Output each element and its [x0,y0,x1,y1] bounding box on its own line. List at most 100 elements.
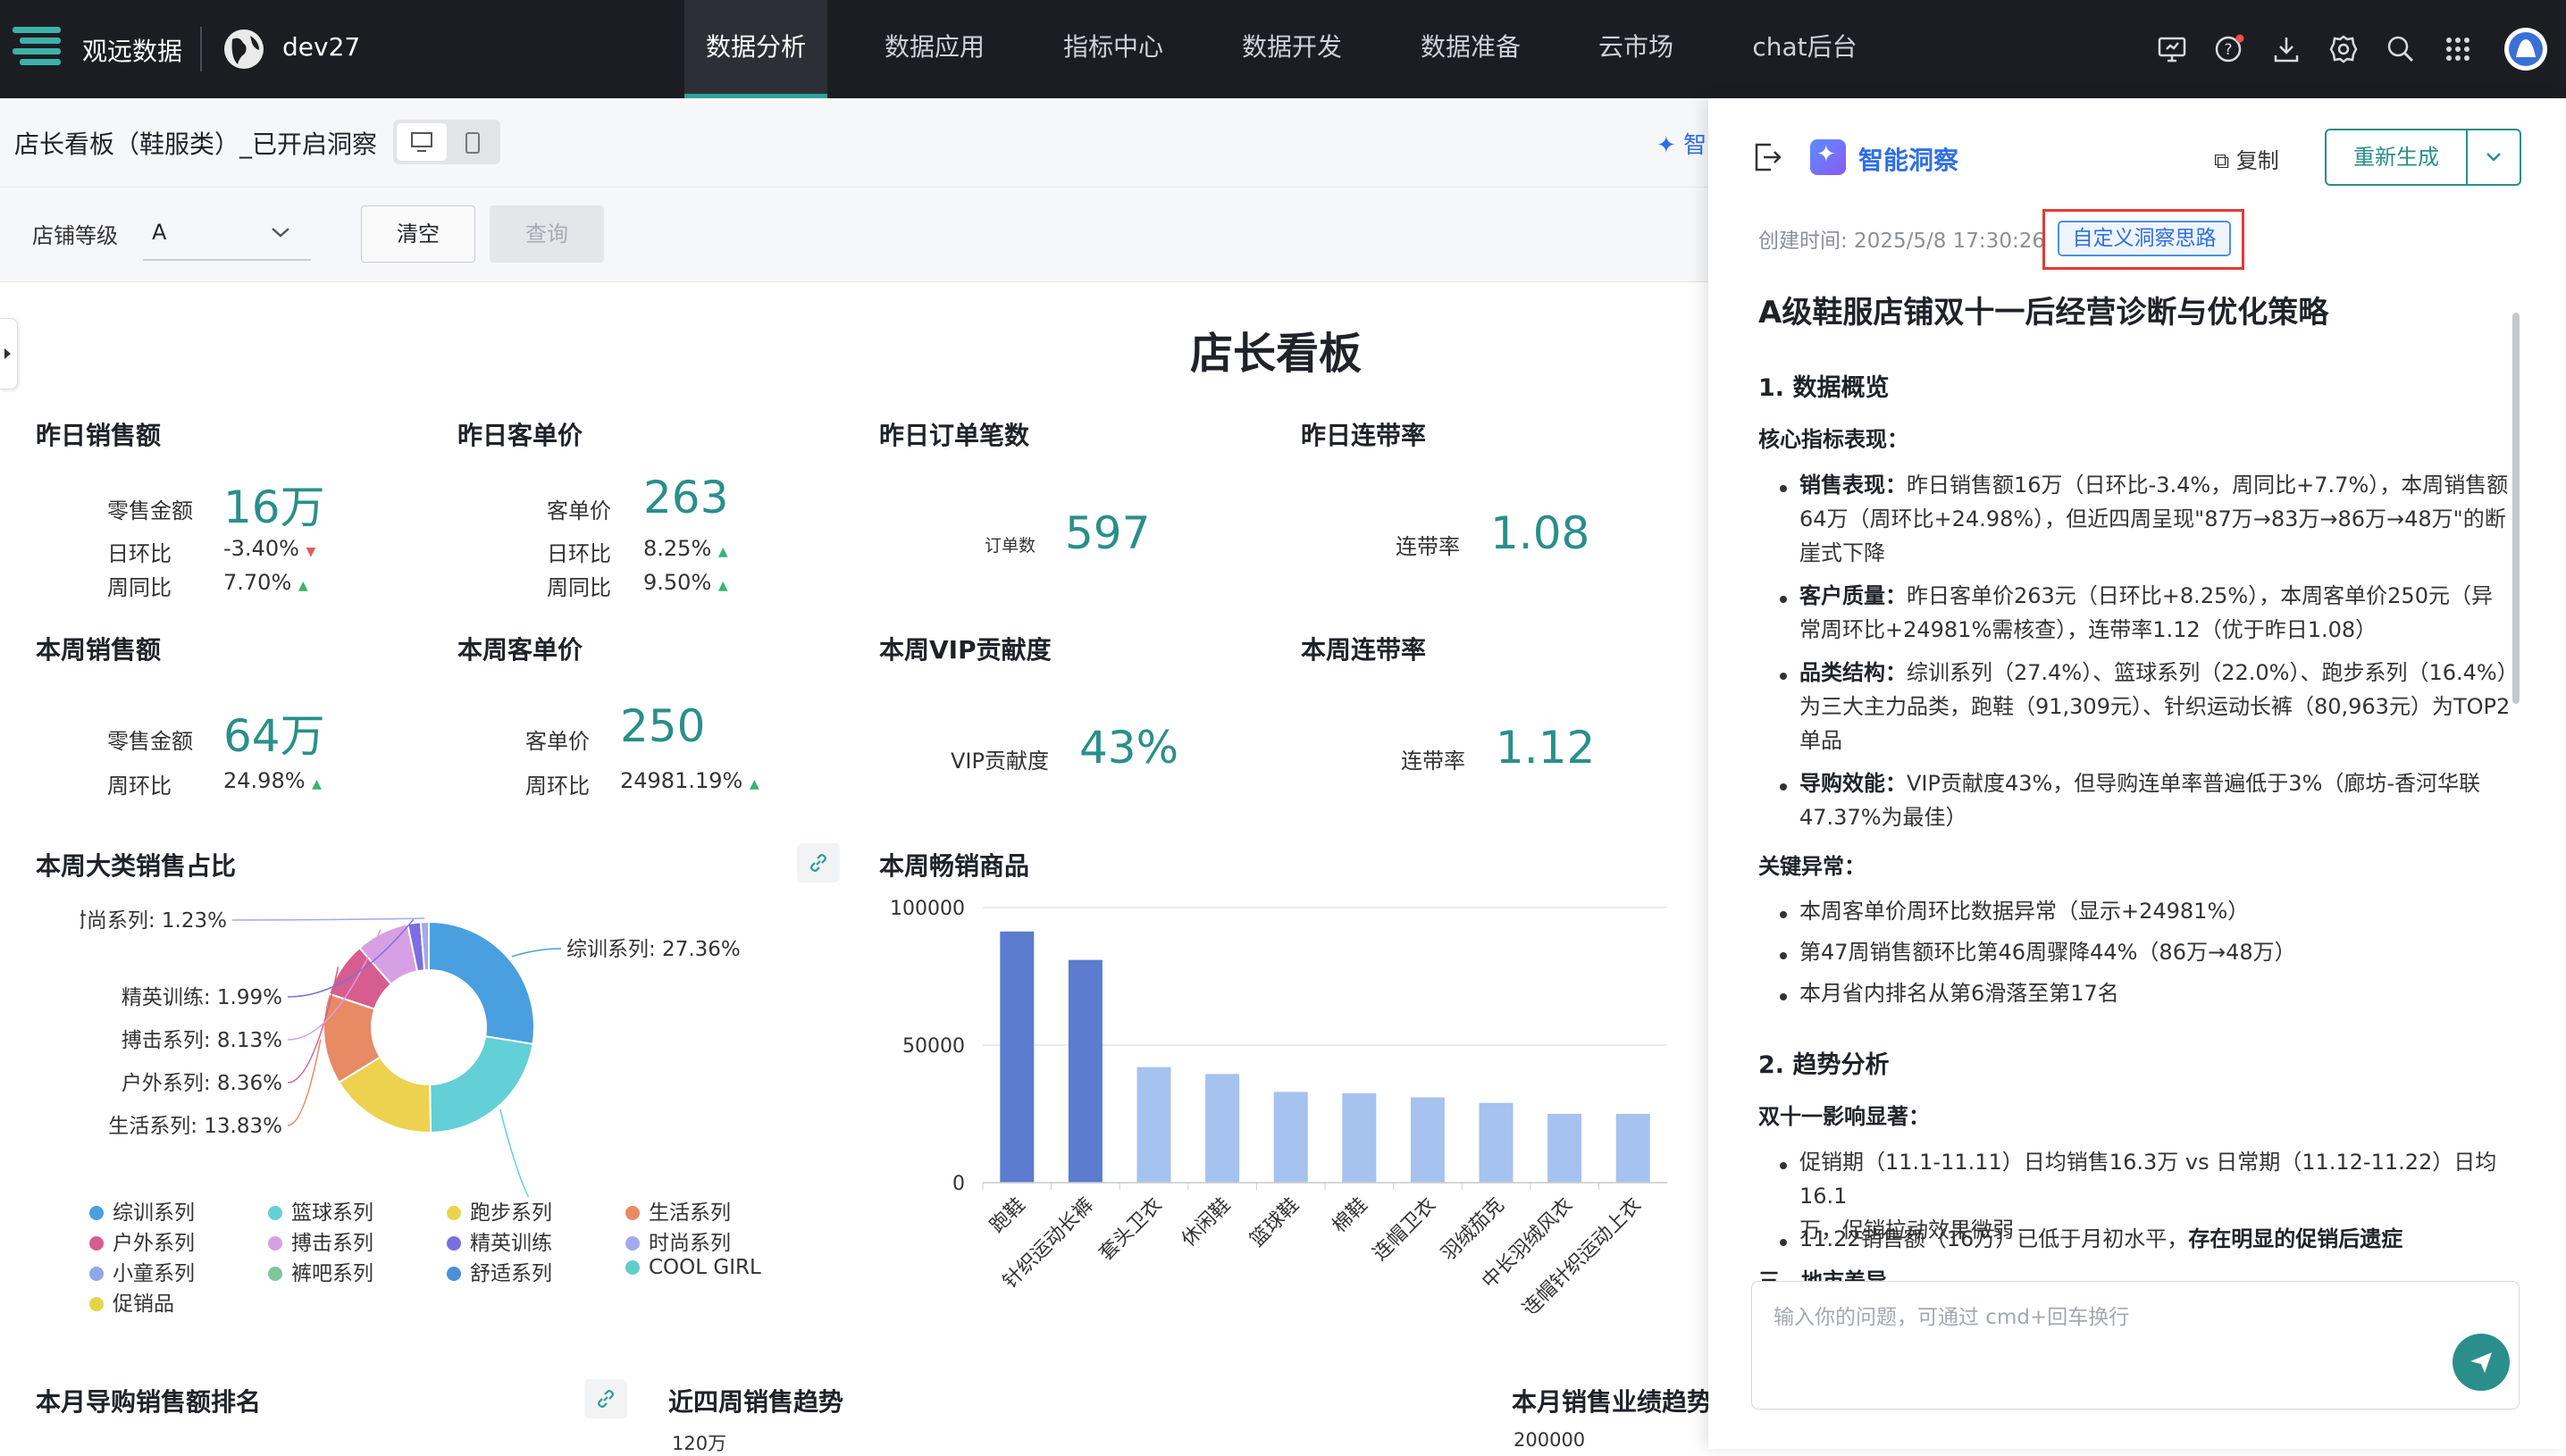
filter-label: 店铺等级 [32,223,118,248]
legend-item-舒适系列[interactable]: 舒适系列 [447,1256,552,1286]
tab-data-prep[interactable]: 数据准备 [1399,0,1542,98]
legend-label: 促销品 [113,1293,174,1316]
legend-item-小童系列[interactable]: 小童系列 [89,1256,195,1286]
legend-label: COOL GIRL [649,1256,761,1279]
bullet [1780,673,1787,680]
tab-market[interactable]: 云市场 [1578,0,1694,98]
x-tick-label: 羽绒茄克 [1438,1194,1509,1266]
legend-label: 生活系列 [649,1201,731,1225]
bar-chart-title: 本周畅销商品 [879,851,1030,881]
up-arrow-icon: ▲ [312,777,322,791]
chevron-down-icon [272,228,289,238]
yest-sales-r1-value: -3.40% ▼ [223,536,316,561]
legend-dot [268,1267,282,1281]
insight-panel: ✦ 智能洞察 ⧉ 复制 重新生成 创建时间: 2025/5/8 17:30:26… [1708,98,2566,1449]
download-icon[interactable] [2271,34,2302,64]
copy-label: 复制 [2235,148,2279,173]
week-vip-value: 43% [1079,722,1179,774]
nav-divider [200,27,202,71]
yest-sales-title: 昨日销售额 [36,421,162,450]
legend-label: 时尚系列 [649,1232,731,1255]
yest-orders-title: 昨日订单笔数 [879,421,1030,450]
monitor-icon[interactable] [2157,34,2187,64]
legend-item-生活系列[interactable]: 生活系列 [625,1195,731,1226]
help-icon[interactable]: ? [2214,34,2244,64]
pie-leader-line [287,1039,322,1126]
legend-dot [89,1267,104,1281]
exit-panel-icon[interactable] [1753,141,1783,173]
regenerate-dropdown[interactable] [2466,129,2521,186]
question-input-placeholder: 输入你的问题，可通过 cmd+回车换行 [1774,1306,2130,1329]
tab-data-dev[interactable]: 数据开发 [1220,0,1363,98]
search-icon[interactable] [2386,34,2416,64]
legend-item-精英训练[interactable]: 精英训练 [447,1226,552,1256]
send-icon [2470,1352,2492,1373]
legend-label: 搏击系列 [291,1232,373,1255]
legend-item-户外系列[interactable]: 户外系列 [89,1226,195,1256]
scrollbar-thumb[interactable] [2512,313,2520,704]
bullet [1780,1239,1787,1246]
bar-连帽卫衣 [1410,1097,1445,1183]
dashboard-header: 店长看板（鞋服类）_已开启洞察 ✦ 智 [0,98,1708,188]
query-button[interactable]: 查询 [490,205,604,263]
sidebar-expand-handle[interactable] [0,318,18,389]
mobile-icon[interactable] [465,131,481,155]
legend-item-COOL GIRL[interactable]: COOL GIRL [625,1256,761,1279]
pie-leader-line [231,917,425,921]
pie-label-综训系列: 综训系列: 27.36% [566,938,741,961]
bullet [1780,485,1787,492]
menu-icon[interactable] [13,25,63,73]
pie-label-搏击系列: 搏击系列: 8.13% [122,1029,282,1052]
send-button[interactable] [2453,1334,2510,1391]
pie-leader-line [511,948,562,958]
insight-button[interactable]: ✦ 智 [1656,127,1706,160]
yest-sales-r1-label: 日环比 [107,541,172,566]
down-arrow-icon: ▼ [306,545,316,559]
globe-icon[interactable] [222,27,266,71]
gear-icon[interactable] [2328,34,2359,64]
apps-grid-icon[interactable] [2443,34,2473,64]
avatar[interactable] [2503,27,2548,71]
bullet [1780,911,1787,918]
legend-item-跑步系列[interactable]: 跑步系列 [447,1195,552,1226]
regenerate-button[interactable]: 重新生成 [2325,129,2468,186]
tab-data-analysis[interactable]: 数据分析 [684,0,827,98]
custom-insight-button[interactable]: 自定义洞察思路 [2058,221,2231,256]
legend-item-综训系列[interactable]: 综训系列 [89,1195,195,1226]
created-time: 创建时间: 2025/5/8 17:30:26 [1758,230,2045,253]
question-input[interactable]: 输入你的问题，可通过 cmd+回车换行 [1751,1281,2520,1410]
yest-price-r2-label: 周同比 [547,575,611,600]
legend-item-篮球系列[interactable]: 篮球系列 [268,1195,373,1226]
chevron-down-icon [2486,153,2501,162]
insight-guide: 导购效能：VIP贡献度43%，但导购连单率普遍低于3%（廊坊-香河华联 47.3… [1799,771,2481,830]
copy-button[interactable]: ⧉ 复制 [2214,143,2279,174]
dashboard-title: 店长看板 [1189,329,1362,379]
bullet [1780,993,1787,1000]
clear-button[interactable]: 清空 [361,205,475,263]
rank-link-button[interactable] [584,1379,627,1418]
legend-dot [625,1236,640,1251]
tab-metrics[interactable]: 指标中心 [1042,0,1185,98]
tab-data-app[interactable]: 数据应用 [863,0,1006,98]
org-name[interactable]: dev27 [282,32,360,62]
legend-item-促销品[interactable]: 促销品 [89,1286,174,1317]
pie-slice-综训系列 [428,920,535,1045]
desktop-icon [411,132,432,152]
store-level-value: A [152,220,167,245]
store-level-select[interactable]: A [143,207,311,261]
bullet [1780,783,1787,791]
bar-棉鞋 [1342,1092,1377,1183]
up-arrow-icon: ▲ [717,579,728,593]
perf-title: 本月销售业绩趋势 [1512,1387,1713,1417]
tab-chat-admin[interactable]: chat后台 [1733,0,1876,98]
panel-scrollbar[interactable] [2512,207,2520,1351]
pie-link-button[interactable] [797,843,840,883]
up-arrow-icon: ▲ [749,777,759,791]
yest-price-r1-value: 8.25% ▲ [643,536,728,561]
legend-item-搏击系列[interactable]: 搏击系列 [268,1226,373,1256]
bar-休闲鞋 [1205,1074,1240,1183]
desktop-view-button[interactable] [397,123,447,161]
legend-item-裤吧系列[interactable]: 裤吧系列 [268,1256,373,1286]
panel-title: 智能洞察 [1858,146,1959,175]
legend-item-时尚系列[interactable]: 时尚系列 [625,1226,731,1256]
